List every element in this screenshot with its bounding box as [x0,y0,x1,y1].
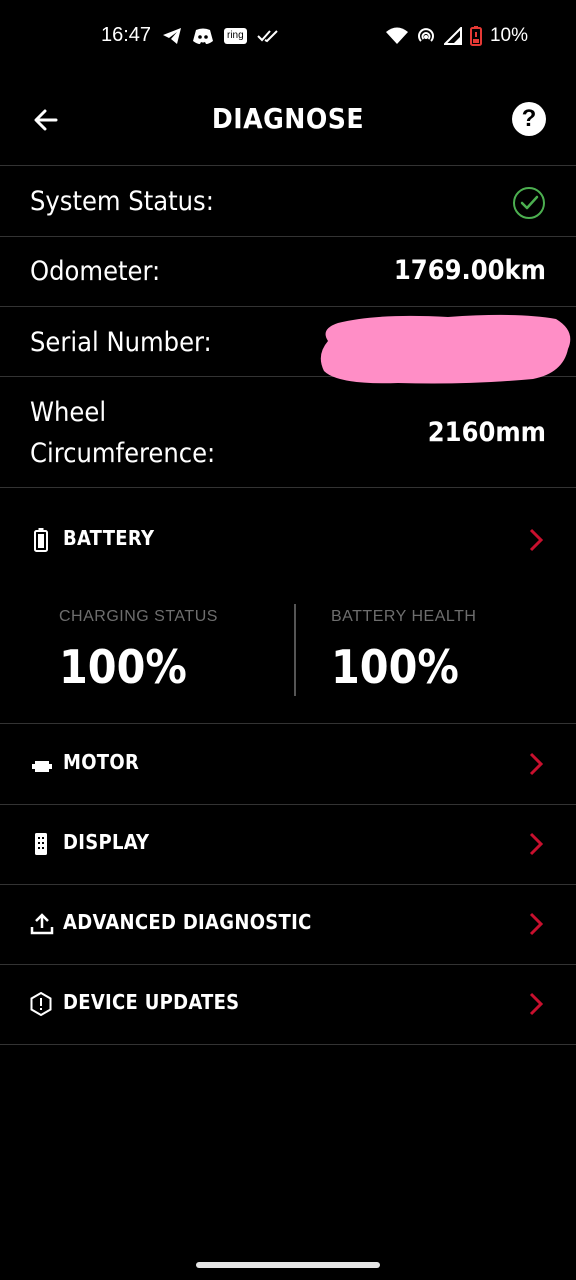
chevron-right-icon [529,992,544,1016]
upload-icon [30,911,54,937]
status-time: 16:47 [101,24,152,46]
redacted-serial-scribble [320,314,571,384]
charging-status-value: 100% [59,640,187,694]
menu-item-display[interactable]: DISPLAY [0,805,576,885]
battery-stats: CHARGING STATUS 100% BATTERY HEALTH 100% [0,600,576,724]
motor-label: MOTOR [63,750,140,774]
chevron-right-icon [529,912,544,936]
menu-item-device-updates[interactable]: DEVICE UPDATES [0,965,576,1045]
menu-item-motor[interactable]: MOTOR [0,725,576,805]
alert-hexagon-icon [30,991,52,1017]
display-label: DISPLAY [63,830,150,854]
battery-icon [30,527,52,553]
status-ok-check-icon [513,187,545,219]
serial-number-label: Serial Number: [30,327,212,358]
diagnose-screen: 16:47 ring 10% DIAGNOSE ? System Status:… [0,0,576,1280]
hotspot-icon [418,28,434,42]
battery-percent: 10% [489,25,528,46]
serial-number-row: Serial Number: [0,307,576,384]
help-icon: ? [521,105,537,132]
status-bar: 16:47 ring 10% [0,0,576,74]
wifi-icon [385,27,408,44]
page-title: DIAGNOSE [211,102,365,135]
chevron-right-icon [529,832,544,856]
system-icons: 10% [385,24,528,48]
menu-item-advanced-diagnostic[interactable]: ADVANCED DIAGNOSTIC [0,885,576,965]
display-icon [30,831,52,857]
home-indicator[interactable] [196,1262,380,1268]
battery-label: BATTERY [63,526,155,550]
stat-divider [294,604,296,696]
wheel-label-line1: Wheel [30,397,107,428]
wheel-circumference-row: Wheel Circumference: 2160mm [0,377,576,488]
chevron-right-icon [529,752,544,776]
battery-health-value: 100% [331,640,459,694]
battery-health-label: BATTERY HEALTH [331,608,477,625]
system-status-row: System Status: [0,166,576,237]
battery-section-header[interactable]: BATTERY [0,501,576,581]
ring-icon: ring [224,28,247,44]
battery-low-icon [469,26,482,46]
odometer-label: Odometer: [30,256,161,287]
help-button[interactable]: ? [512,102,546,136]
odometer-row: Odometer: 1769.00km [0,237,576,307]
notification-icons: ring [162,24,279,48]
app-header: DIAGNOSE ? [0,74,576,166]
wheel-circumference-value: 2160mm [427,417,546,448]
signal-icon [443,27,462,45]
double-check-icon [256,30,278,43]
telegram-icon [163,28,181,44]
chevron-right-icon [529,528,544,552]
device-updates-label: DEVICE UPDATES [63,990,240,1014]
odometer-value: 1769.00km [393,255,546,286]
advanced-diagnostic-label: ADVANCED DIAGNOSTIC [63,910,312,934]
motor-icon [30,753,54,779]
charging-status-label: CHARGING STATUS [59,608,218,625]
discord-icon [193,28,213,44]
wheel-label-line2: Circumference: [30,438,216,469]
system-status-label: System Status: [30,186,214,217]
